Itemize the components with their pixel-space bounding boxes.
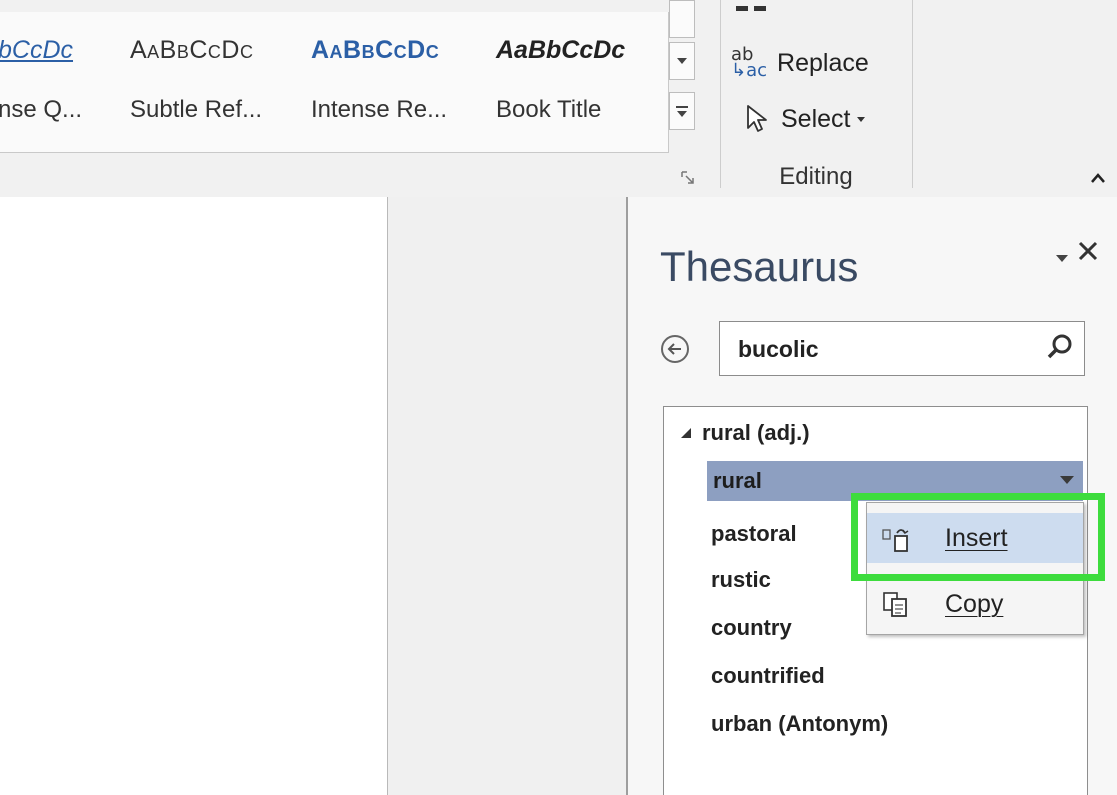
select-cursor-icon	[747, 105, 767, 132]
collapse-ribbon-icon[interactable]	[1086, 166, 1110, 190]
styles-gallery: bCcDc nse Q... AaBbCcDc Subtle Ref... Aa…	[0, 12, 669, 153]
meaning-header[interactable]: rural (adj.)	[680, 420, 810, 446]
selected-synonym-label: rural	[713, 468, 762, 493]
collapse-glyph	[1091, 173, 1105, 183]
back-arrow-icon[interactable]	[661, 335, 689, 363]
search-input[interactable]	[738, 332, 1028, 366]
menu-item-copy[interactable]: Copy	[867, 579, 1083, 629]
dropdown-arrow-icon[interactable]	[1059, 469, 1075, 490]
more-styles-glyph	[676, 106, 688, 117]
back-glyph	[667, 343, 681, 355]
style-intense-quote[interactable]: bCcDc nse Q...	[0, 24, 108, 142]
find-glyph	[736, 6, 766, 11]
chevron-down-icon	[857, 116, 866, 122]
pane-options-icon[interactable]	[1055, 248, 1069, 269]
replace-icon-bottom-text: ac	[746, 60, 768, 81]
meaning-label: rural (adj.)	[702, 420, 810, 445]
editing-group-label: Editing	[779, 163, 853, 190]
replace-icon-bottom: ↳ac	[731, 60, 768, 81]
list-item[interactable]: urban (Antonym)	[711, 711, 888, 737]
expand-triangle-icon[interactable]	[680, 427, 692, 439]
style-name: Subtle Ref...	[130, 96, 263, 123]
close-glyph	[1078, 241, 1098, 261]
style-sample: AaBbCcDc	[496, 36, 626, 64]
group-separator	[912, 0, 913, 188]
style-sample: AaBbCcDc	[130, 36, 254, 64]
style-name: Book Title	[496, 96, 602, 123]
document-background	[388, 197, 626, 795]
group-separator	[720, 0, 721, 188]
style-sample: bCcDc	[0, 36, 74, 64]
chevron-down-icon	[677, 58, 687, 64]
copy-icon	[883, 592, 907, 617]
list-item[interactable]: rustic	[711, 567, 771, 593]
select-button[interactable]: Select	[745, 104, 866, 134]
style-intense-reference[interactable]: AaBbCcDc Intense Re...	[311, 24, 471, 142]
replace-icon: ab ↳ac	[731, 46, 768, 81]
thesaurus-search	[719, 321, 1085, 376]
list-item[interactable]: country	[711, 615, 792, 641]
list-item[interactable]: countrified	[711, 663, 825, 689]
style-name: nse Q...	[0, 96, 83, 123]
replace-label: Replace	[777, 48, 869, 77]
search-icon[interactable]	[1045, 332, 1075, 362]
list-item[interactable]: pastoral	[711, 521, 797, 547]
copy-label: Copy	[945, 590, 1004, 618]
close-icon[interactable]	[1075, 238, 1101, 272]
select-label: Select	[781, 104, 851, 133]
scroll-down-button[interactable]	[669, 42, 695, 80]
dialog-launcher-icon[interactable]	[680, 170, 696, 186]
pane-title: Thesaurus	[660, 243, 859, 290]
launcher-glyph	[681, 171, 694, 184]
more-styles-icon[interactable]	[669, 92, 695, 130]
style-name: Intense Re...	[311, 96, 448, 123]
style-book-title[interactable]: AaBbCcDc Book Title	[496, 24, 656, 142]
style-subtle-reference[interactable]: AaBbCcDc Subtle Ref...	[130, 24, 290, 142]
scroll-up-icon[interactable]	[669, 0, 695, 38]
find-icon[interactable]	[734, 0, 774, 14]
highlight-box	[851, 493, 1105, 581]
dropdown-glyph	[1060, 476, 1074, 484]
replace-button[interactable]: ab ↳ac Replace	[731, 46, 869, 81]
style-sample: AaBbCcDc	[311, 36, 440, 64]
pane-options-glyph	[1056, 255, 1068, 262]
gallery-scroll	[669, 0, 697, 150]
